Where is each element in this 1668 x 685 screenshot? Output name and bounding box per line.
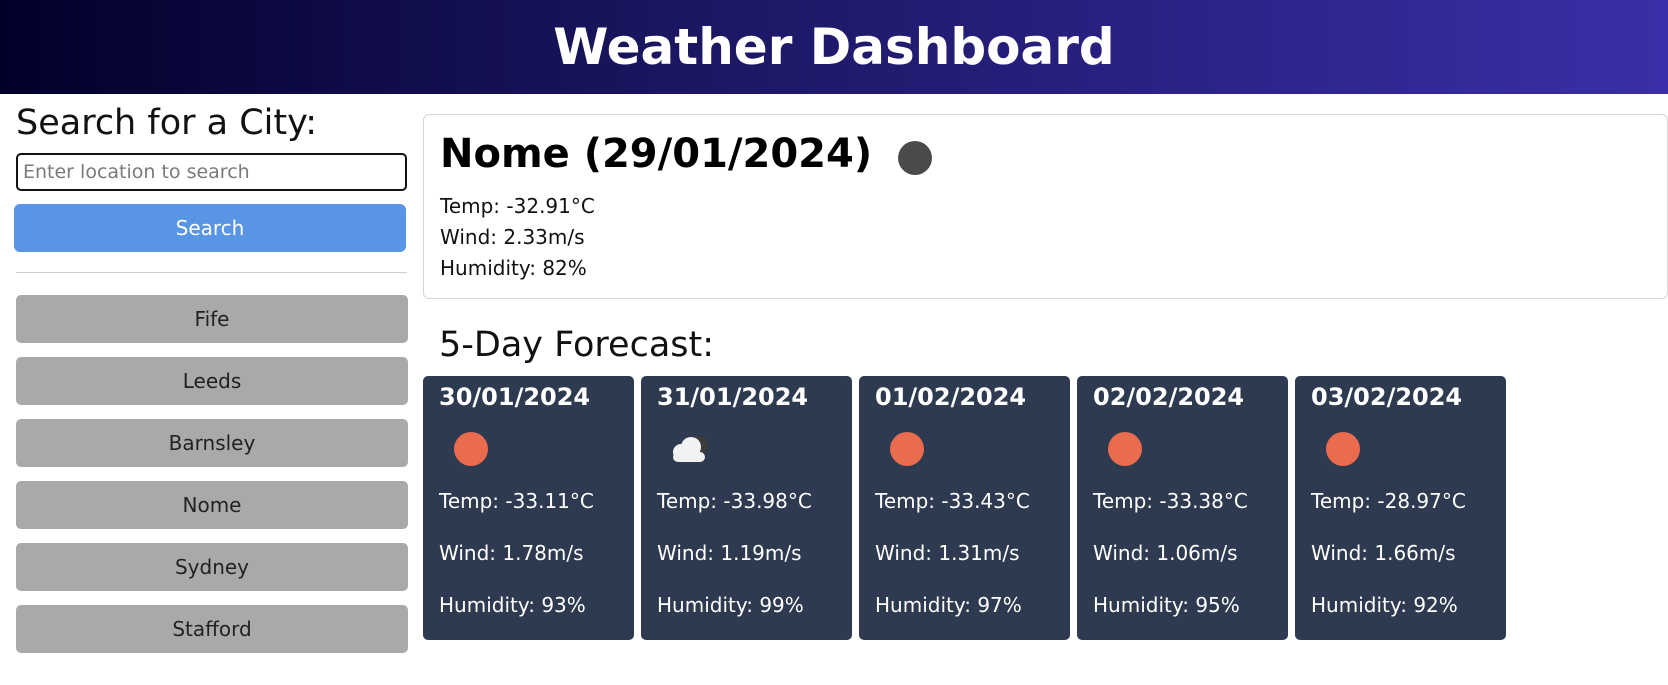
- forecast-humidity: Humidity: 93%: [439, 593, 586, 617]
- forecast-temp: Temp: -28.97°C: [1311, 489, 1466, 513]
- forecast-date: 30/01/2024: [439, 383, 591, 411]
- cloud-icon: [673, 436, 708, 462]
- divider: [16, 272, 407, 273]
- sun-icon: [1108, 432, 1142, 466]
- forecast-wind: Wind: 1.19m/s: [657, 541, 802, 565]
- sun-icon: [890, 432, 924, 466]
- search-button[interactable]: Search: [14, 204, 406, 252]
- search-history: Fife Leeds Barnsley Nome Sydney Stafford: [16, 295, 408, 667]
- current-temp: Temp: -32.91°C: [440, 194, 595, 218]
- forecast-card: 02/02/2024 Temp: -33.38°C Wind: 1.06m/s …: [1077, 376, 1288, 640]
- sun-icon: [1326, 432, 1360, 466]
- forecast-wind: Wind: 1.06m/s: [1093, 541, 1238, 565]
- history-button-fife[interactable]: Fife: [16, 295, 408, 343]
- forecast-temp: Temp: -33.98°C: [657, 489, 812, 513]
- forecast-humidity: Humidity: 97%: [875, 593, 1022, 617]
- current-wind: Wind: 2.33m/s: [440, 225, 585, 249]
- forecast-wind: Wind: 1.31m/s: [875, 541, 1020, 565]
- forecast-card: 01/02/2024 Temp: -33.43°C Wind: 1.31m/s …: [859, 376, 1070, 640]
- sun-icon: [454, 432, 488, 466]
- history-button-nome[interactable]: Nome: [16, 481, 408, 529]
- forecast-wind: Wind: 1.78m/s: [439, 541, 584, 565]
- history-button-leeds[interactable]: Leeds: [16, 357, 408, 405]
- current-weather-card: Nome (29/01/2024) Temp: -32.91°C Wind: 2…: [423, 114, 1668, 299]
- forecast-humidity: Humidity: 95%: [1093, 593, 1240, 617]
- current-city-title: Nome (29/01/2024): [440, 131, 873, 177]
- history-button-sydney[interactable]: Sydney: [16, 543, 408, 591]
- forecast-date: 02/02/2024: [1093, 383, 1245, 411]
- search-input[interactable]: [16, 153, 407, 191]
- forecast-temp: Temp: -33.38°C: [1093, 489, 1248, 513]
- forecast-date: 01/02/2024: [875, 383, 1027, 411]
- search-title: Search for a City:: [16, 103, 318, 143]
- sidebar: Search for a City: Search Fife Leeds Bar…: [14, 94, 408, 653]
- forecast-title: 5-Day Forecast:: [439, 325, 715, 365]
- forecast-wind: Wind: 1.66m/s: [1311, 541, 1456, 565]
- current-stats: Temp: -32.91°C Wind: 2.33m/s Humidity: 8…: [440, 191, 1651, 284]
- forecast-temp: Temp: -33.43°C: [875, 489, 1030, 513]
- forecast-humidity: Humidity: 99%: [657, 593, 804, 617]
- history-button-stafford[interactable]: Stafford: [16, 605, 408, 653]
- forecast-date: 31/01/2024: [657, 383, 809, 411]
- forecast-humidity: Humidity: 92%: [1311, 593, 1458, 617]
- forecast-date: 03/02/2024: [1311, 383, 1463, 411]
- current-title-row: Nome (29/01/2024): [440, 129, 1651, 179]
- forecast-temp: Temp: -33.11°C: [439, 489, 594, 513]
- forecast-card: 30/01/2024 Temp: -33.11°C Wind: 1.78m/s …: [423, 376, 634, 640]
- forecast-list: 30/01/2024 Temp: -33.11°C Wind: 1.78m/s …: [423, 376, 1513, 640]
- forecast-card: 31/01/2024 Temp: -33.98°C Wind: 1.19m/s …: [641, 376, 852, 640]
- page-title: Weather Dashboard: [553, 18, 1115, 76]
- moon-icon: [898, 141, 933, 175]
- current-humidity: Humidity: 82%: [440, 256, 587, 280]
- history-button-barnsley[interactable]: Barnsley: [16, 419, 408, 467]
- forecast-card: 03/02/2024 Temp: -28.97°C Wind: 1.66m/s …: [1295, 376, 1506, 640]
- header: Weather Dashboard: [0, 0, 1668, 94]
